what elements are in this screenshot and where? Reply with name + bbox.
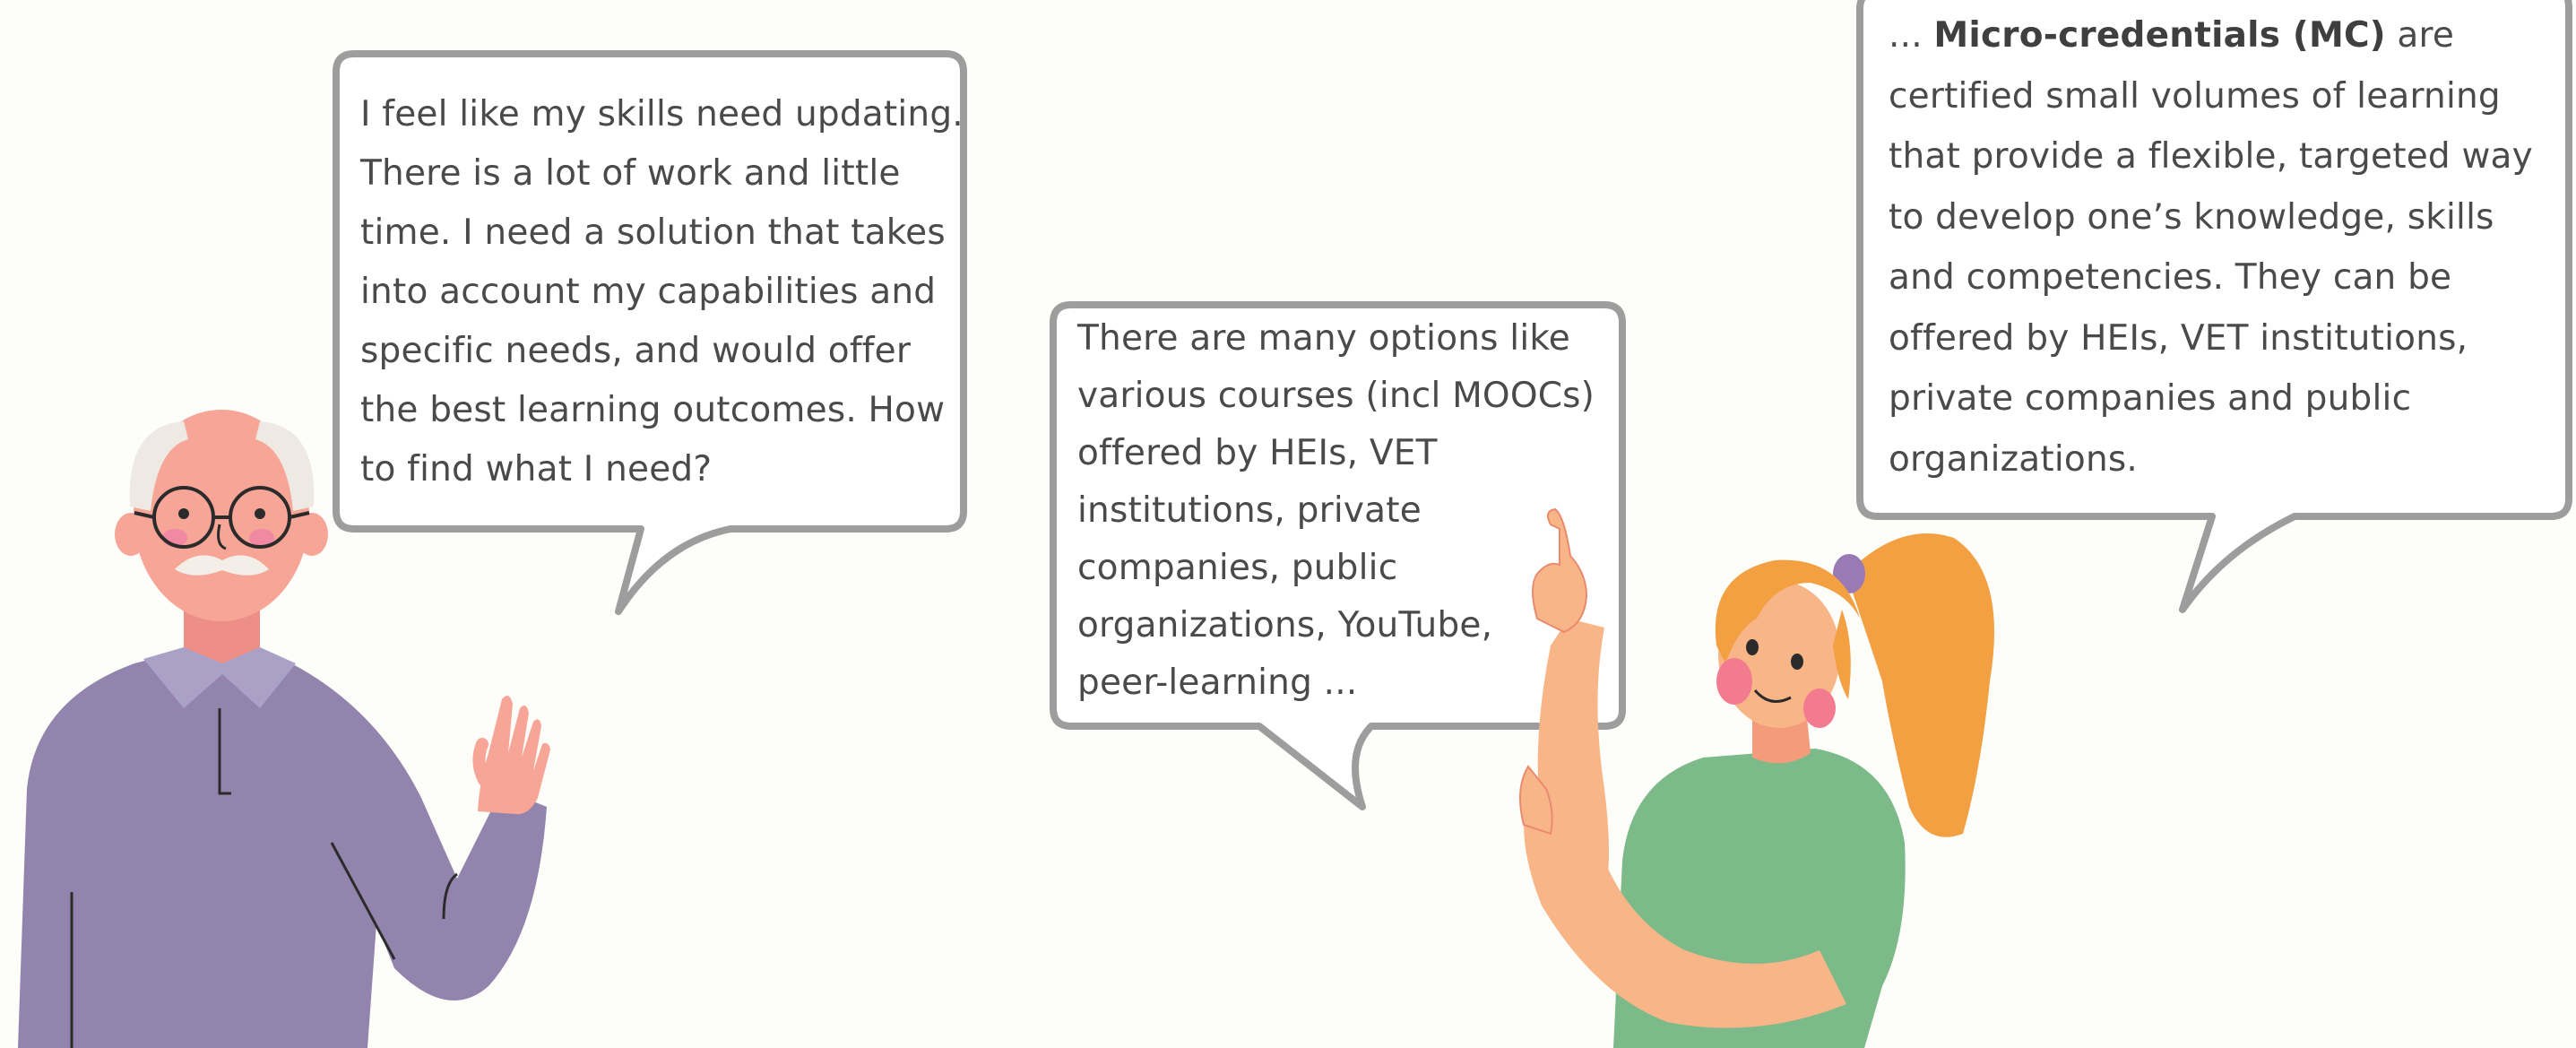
bubble-line: certified small volumes of learning — [1889, 75, 2501, 117]
bubble-line: offered by HEIs, VET institutions, — [1889, 317, 2468, 359]
bubble-line: time. I need a solution that takes — [360, 212, 946, 253]
bubble-line: peer-learning ... — [1077, 663, 1358, 703]
ellipsis-lead: ... — [1889, 15, 1934, 56]
bubble-line: private companies and public — [1889, 378, 2412, 419]
bubble-line: to develop one’s knowledge, skills — [1889, 196, 2494, 238]
bubble-line: and competencies. They can be — [1889, 257, 2452, 298]
bubble-line: offered by HEIs, VET — [1077, 433, 1438, 473]
options-speech-text: There are many options like various cours… — [1077, 310, 1595, 712]
bubble-line: There is a lot of work and little — [360, 153, 901, 194]
bubble-line: the best learning outcomes. How — [360, 390, 946, 430]
micro-credentials-first-line: ... Micro-credentials (MC) are — [1889, 5, 2533, 66]
man-speech-text: I feel like my skills need updating. Ther… — [360, 85, 964, 499]
bubble-line: There are many options like — [1077, 318, 1570, 359]
bubble-line: institutions, private — [1077, 490, 1422, 531]
bubble-line: specific needs, and would offer — [360, 331, 912, 371]
bubble-line: I feel like my skills need updating. — [360, 94, 964, 134]
bubble-line: into account my capabilities and — [360, 272, 937, 312]
bubble-line: to find what I need? — [360, 449, 713, 489]
bubble-line: organizations, YouTube, — [1077, 605, 1493, 645]
micro-credentials-speech-text: ... Micro-credentials (MC) are certified… — [1889, 5, 2533, 489]
bubble-line: companies, public — [1077, 548, 1398, 588]
micro-credentials-term: Micro-credentials (MC) — [1933, 15, 2386, 56]
first-line-rest: are — [2385, 15, 2455, 56]
bubble-line: that provide a flexible, targeted way — [1889, 136, 2533, 177]
bubble-line: organizations. — [1889, 438, 2139, 480]
bubble-line: various courses (incl MOOCs) — [1077, 376, 1595, 416]
